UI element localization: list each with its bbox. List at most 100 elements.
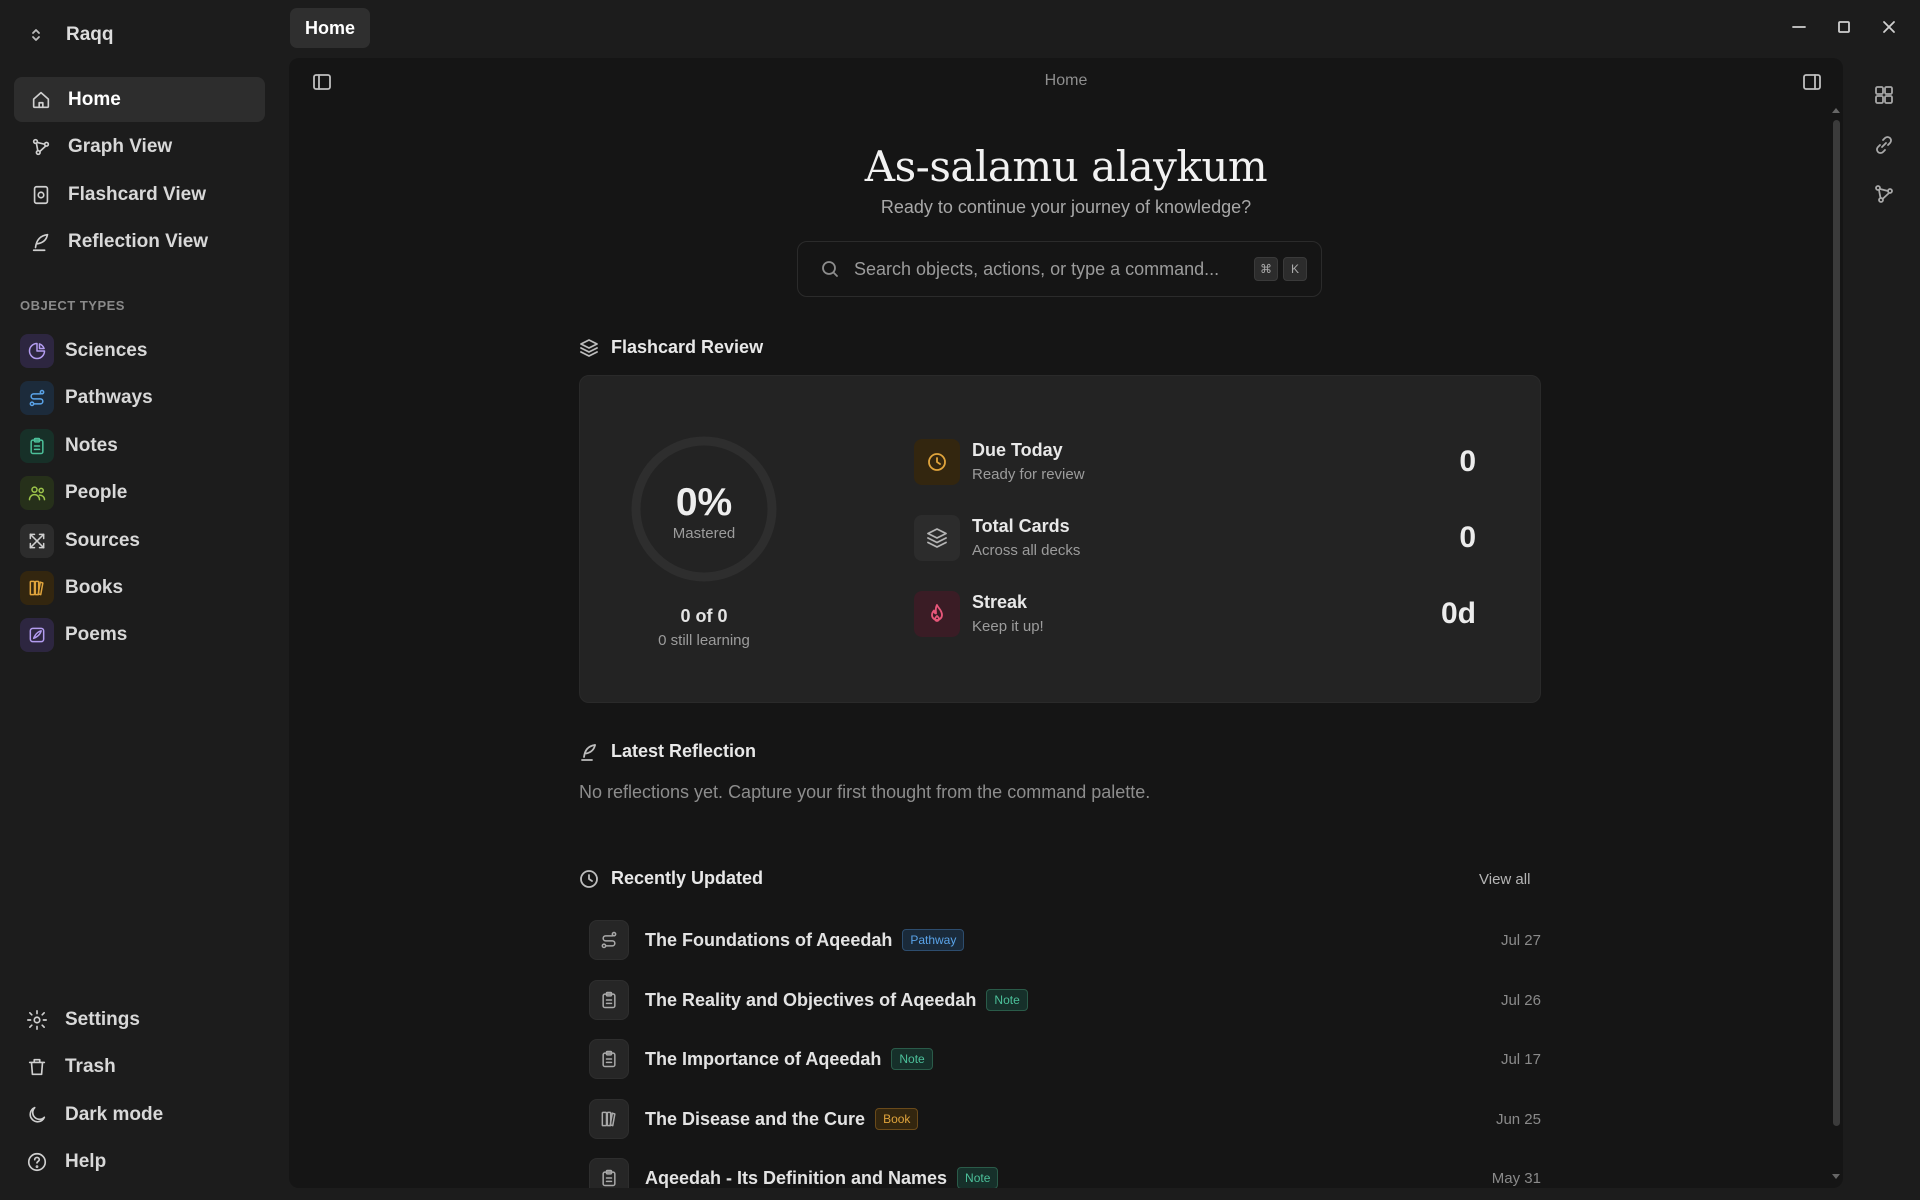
note-icon [602,1169,616,1187]
item-title: Aqeedah - Its Definition and Names [645,1167,948,1188]
type-item-poems[interactable]: Poems [20,615,127,655]
stat-subtitle: Across all decks [972,542,1081,559]
greeting-subtitle: Ready to continue your journey of knowle… [880,197,1252,217]
close-icon[interactable] [1879,17,1899,37]
list-item[interactable]: The Reality and Objectives of Aqeedah No… [589,978,1541,1024]
item-date: May 31 [1491,1170,1541,1187]
workspace-switcher[interactable]: Raqq [28,20,114,50]
stat-streak: Streak Keep it up! 0d [914,591,1476,639]
main-panel: Home As-salamu alaykum Ready to continue… [289,58,1843,1188]
nav-item-label: Graph View [68,135,173,157]
sciences-icon [28,342,46,360]
mastered-label: Mastered [672,525,736,542]
nav-item-home[interactable]: Home [14,77,265,122]
type-item-notes[interactable]: Notes [20,426,118,466]
nav-item-flashcard-view[interactable]: Flashcard View [14,172,265,217]
search-input[interactable] [854,258,1254,280]
command-search[interactable]: ⌘ K [797,241,1322,297]
type-item-label: Pathways [65,387,153,408]
pathway-icon [29,389,45,407]
type-item-label: Books [65,577,124,598]
nav-item-label: Flashcard View [68,183,206,205]
flashcard-review-card: 0% Mastered 0 of 0 0 still learning Due … [579,375,1541,703]
layers-icon [927,528,947,548]
tab-home[interactable]: Home [290,8,371,48]
gear-icon [27,1010,47,1030]
chevron-updown-icon [32,29,40,41]
section-label-object-types: OBJECT TYPES [20,298,125,313]
type-tag: Note [957,1167,999,1188]
grid-icon[interactable] [1873,84,1895,106]
section-title: Latest Reflection [611,741,757,761]
nav-item-trash[interactable]: Trash [26,1049,116,1085]
shortcut-key: K [1283,257,1307,281]
note-icon [602,1050,616,1068]
scrollbar-thumb[interactable] [1833,120,1840,1126]
right-panel-toggle-icon[interactable] [1801,71,1823,93]
nav-item-help[interactable]: Help [26,1144,106,1180]
nav-item-graph-view[interactable]: Graph View [14,124,265,169]
type-item-pathways[interactable]: Pathways [20,378,153,418]
item-title: The Reality and Objectives of Aqeedah [645,989,977,1010]
scroll-up-arrow[interactable] [1832,108,1840,113]
item-date: Jun 25 [1495,1111,1541,1128]
type-tag: Pathway [902,929,965,951]
moon-icon [29,1106,46,1123]
link-icon[interactable] [1873,134,1895,156]
sources-icon [29,533,45,549]
flame-icon [931,604,943,622]
type-item-sciences[interactable]: Sciences [20,331,147,371]
type-item-books[interactable]: Books [20,568,123,608]
clock-icon [580,869,598,888]
item-date: Jul 17 [1500,1051,1541,1068]
sidebar: Raqq Home Graph View Flashcard View Refl… [0,0,280,1200]
item-title: The Disease and the Cure [645,1108,866,1129]
layers-icon [580,338,598,357]
type-tag: Book [875,1108,919,1130]
greeting-title: As-salamu alaykum [864,142,1268,191]
quill-icon [581,743,596,761]
minimize-icon[interactable] [1789,17,1809,37]
trash-icon [28,1058,46,1076]
nav-item-reflection-view[interactable]: Reflection View [14,219,265,264]
graph-icon[interactable] [1873,183,1895,205]
type-item-label: Sources [65,530,140,551]
section-title: Flashcard Review [611,337,764,357]
graph-icon [32,138,50,155]
note-icon [602,991,616,1009]
nav-item-label: Dark mode [65,1104,164,1125]
stat-title: Total Cards [972,516,1070,536]
list-item[interactable]: The Disease and the Cure Book Jun 25 [589,1097,1541,1143]
latest-reflection-heading: Latest Reflection [579,741,756,762]
workspace-name: Raqq [66,24,114,45]
type-item-people[interactable]: People [20,473,127,513]
view-all-link[interactable]: View all [1479,871,1530,888]
type-item-label: Sciences [65,340,148,361]
section-title: Recently Updated [611,868,764,888]
nav-item-settings[interactable]: Settings [26,1002,140,1038]
item-title: The Importance of Aqeedah [645,1048,882,1069]
flashcard-icon [33,185,49,204]
home-icon [32,91,50,108]
type-item-label: Poems [65,624,128,645]
nav-item-label: Trash [65,1056,116,1077]
nav-item-label: Help [65,1151,107,1172]
type-tag: Note [891,1048,933,1070]
dark-mode-toggle[interactable]: Dark mode [26,1097,163,1133]
item-date: Jul 26 [1500,992,1541,1009]
people-icon [28,486,46,501]
scroll-down-arrow[interactable] [1832,1174,1840,1179]
list-item[interactable]: The Foundations of Aqeedah Pathway Jul 2… [589,918,1541,964]
scrollbar[interactable] [1829,102,1843,1188]
list-item[interactable]: The Importance of Aqeedah Note Jul 17 [589,1037,1541,1083]
pathway-icon [601,931,617,949]
stat-title: Due Today [972,440,1063,460]
list-item[interactable]: Aqeedah - Its Definition and Names Note … [589,1156,1541,1188]
type-item-sources[interactable]: Sources [20,521,140,561]
type-item-label: People [65,482,128,503]
stat-title: Streak [972,592,1028,612]
stat-value: 0 [1459,445,1476,478]
recently-updated-heading: Recently Updated [579,868,763,889]
maximize-icon[interactable] [1834,17,1854,37]
item-date: Jul 27 [1500,932,1541,949]
